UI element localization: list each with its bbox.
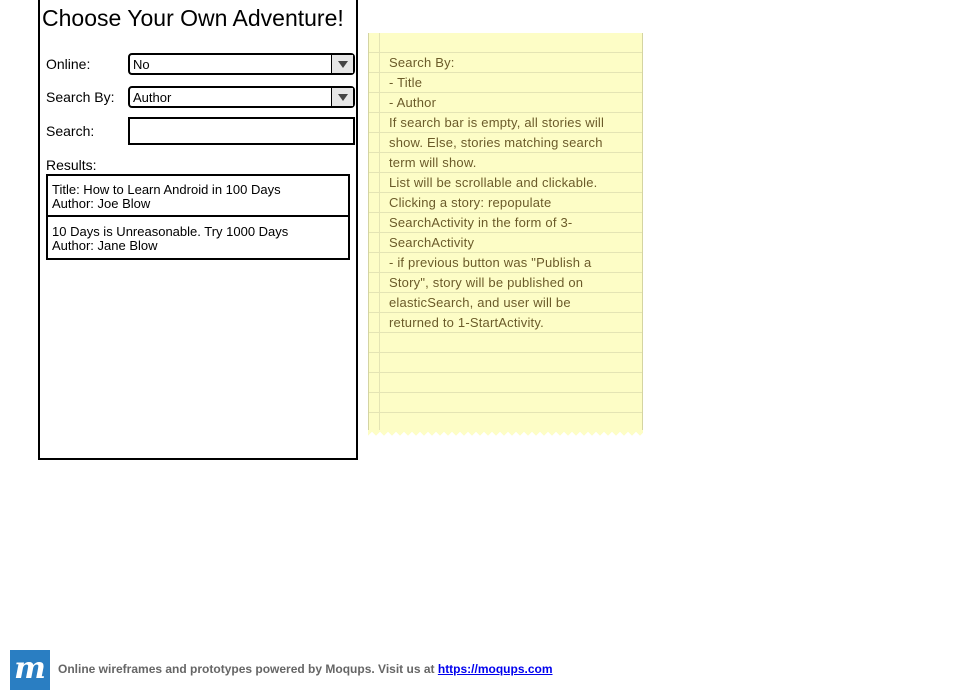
search-by-select-value: Author [133, 90, 172, 105]
chevron-down-icon[interactable] [331, 88, 353, 106]
result-author: Author: Jane Blow [52, 238, 158, 253]
note-line: returned to 1-StartActivity. [389, 315, 544, 330]
result-author: Author: Joe Blow [52, 196, 151, 211]
moqups-link[interactable]: https://moqups.com [438, 662, 553, 676]
online-select[interactable]: No [128, 53, 355, 75]
search-label: Search: [46, 123, 95, 139]
online-select-value: No [133, 57, 150, 72]
search-by-select[interactable]: Author [128, 86, 355, 108]
list-item[interactable]: 10 Days is Unreasonable. Try 1000 Days A… [48, 217, 348, 258]
online-label: Online: [46, 56, 91, 72]
note-line: - Title [389, 75, 423, 90]
footer-text: Online wireframes and prototypes powered… [58, 662, 553, 676]
page-title: Choose Your Own Adventure! [42, 5, 344, 31]
note-line: show. Else, stories matching search [389, 135, 603, 150]
note-line: SearchActivity in the form of 3- [389, 215, 573, 230]
result-title: Title: How to Learn Android in 100 Days [52, 182, 281, 197]
note-text: Search By: - Title - Author If search ba… [389, 53, 624, 333]
note-line: Search By: [389, 55, 455, 70]
note-margin-line [379, 33, 380, 430]
phone-frame: Choose Your Own Adventure! Online: No Se… [38, 0, 358, 460]
result-title: 10 Days is Unreasonable. Try 1000 Days [52, 224, 289, 239]
note-line: Story", story will be published on [389, 275, 584, 290]
note-line: List will be scrollable and clickable. [389, 175, 598, 190]
results-list: Title: How to Learn Android in 100 Days … [46, 174, 350, 260]
chevron-down-icon[interactable] [331, 55, 353, 73]
note-torn-edge [368, 430, 643, 437]
search-by-label: Search By: [46, 89, 115, 105]
search-input[interactable] [128, 117, 355, 145]
note-line: Clicking a story: repopulate [389, 195, 552, 210]
sticky-note: Search By: - Title - Author If search ba… [368, 33, 643, 437]
note-line: SearchActivity [389, 235, 475, 250]
note-line: elasticSearch, and user will be [389, 295, 571, 310]
footer-message: Online wireframes and prototypes powered… [58, 662, 438, 676]
moqups-logo[interactable]: m [10, 650, 50, 690]
note-line: If search bar is empty, all stories will [389, 115, 605, 130]
note-line: - Author [389, 95, 437, 110]
note-line: term will show. [389, 155, 477, 170]
list-item[interactable]: Title: How to Learn Android in 100 Days … [48, 176, 348, 217]
results-label: Results: [46, 157, 97, 173]
note-line: - if previous button was "Publish a [389, 255, 592, 270]
